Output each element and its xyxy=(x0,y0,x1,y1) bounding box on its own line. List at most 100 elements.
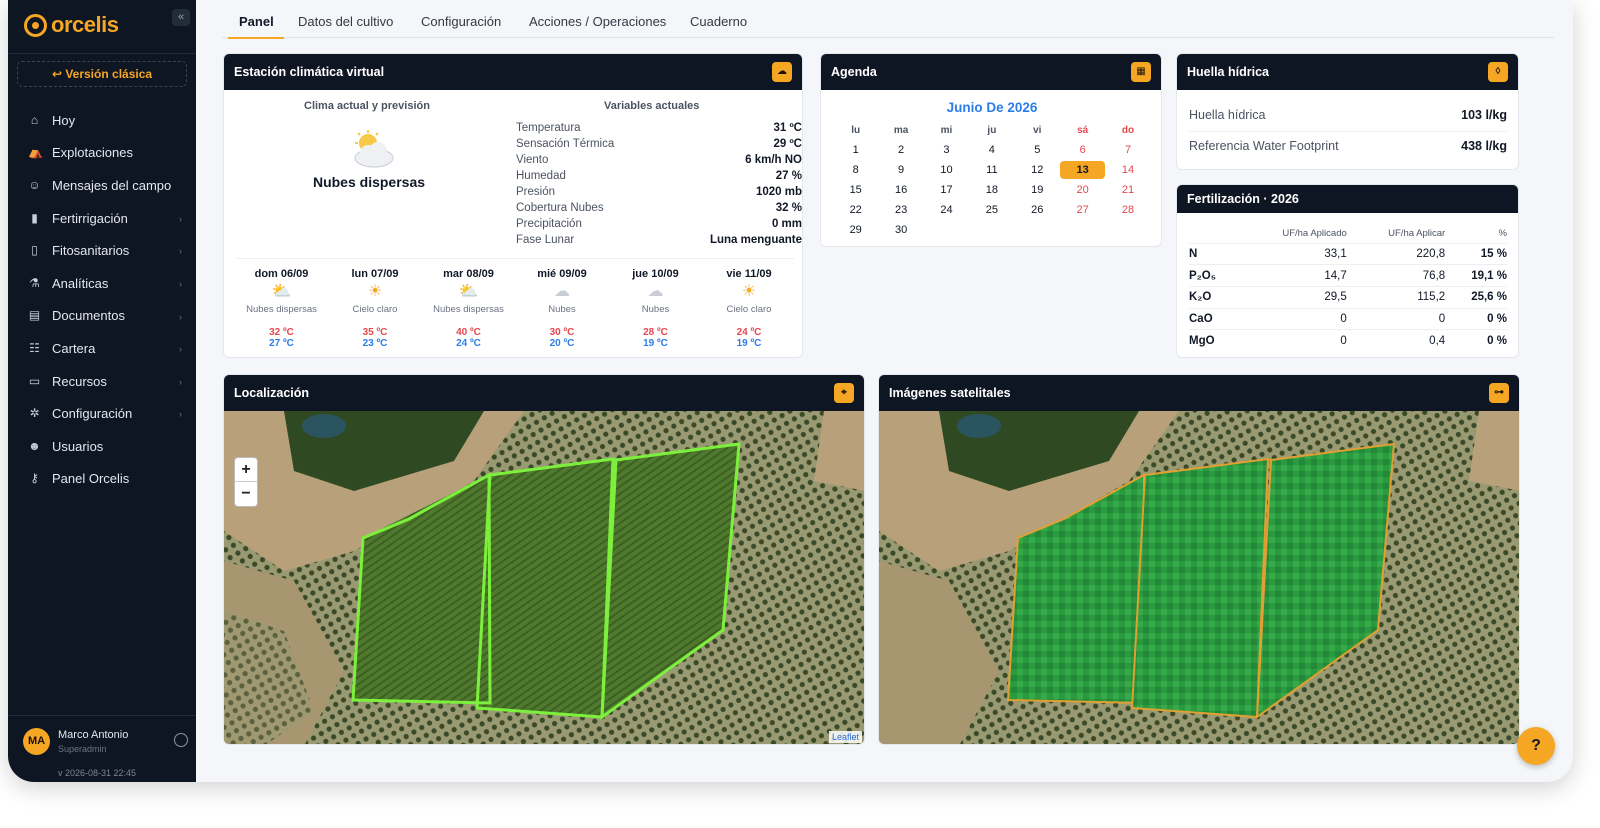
calendar-day[interactable]: 7 xyxy=(1105,144,1150,156)
variable-label: Fase Lunar xyxy=(516,234,575,246)
sidebar-item-recursos[interactable]: ▭ Recursos › xyxy=(8,365,196,398)
calendar-day[interactable]: 30 xyxy=(878,224,923,236)
tab-cuaderno[interactable]: Cuaderno xyxy=(690,14,747,29)
tab-configuracion[interactable]: Configuración xyxy=(421,14,501,29)
calendar-day[interactable]: 25 xyxy=(969,204,1014,216)
classic-version-button[interactable]: ↩ Versión clásica xyxy=(17,61,187,87)
variable-value: 32 % xyxy=(775,202,802,214)
brand-logo[interactable]: orcelis xyxy=(24,12,119,38)
calendar-day[interactable]: 19 xyxy=(1015,184,1060,196)
calendar-day[interactable]: 24 xyxy=(924,204,969,216)
calendar-day[interactable]: 12 xyxy=(1015,164,1060,176)
weather-icon: ☁ xyxy=(554,283,570,300)
variable-label: Presión xyxy=(516,186,555,198)
weather-icon: ☀ xyxy=(741,283,757,300)
sidebar-item-analiticas[interactable]: ⚗ Analíticas › xyxy=(8,267,196,300)
gear-icon: ✲ xyxy=(29,406,40,421)
calendar-day[interactable]: 2 xyxy=(878,144,923,156)
sidebar-item-fitosanitarios[interactable]: ▯ Fitosanitarios › xyxy=(8,234,196,267)
calendar-day[interactable]: 14 xyxy=(1105,164,1150,176)
calendar-icon[interactable]: ▦ xyxy=(1131,62,1151,82)
calendar-day[interactable]: 26 xyxy=(1015,204,1060,216)
calendar-day[interactable]: 8 xyxy=(833,164,878,176)
calendar-day[interactable]: 10 xyxy=(924,164,969,176)
sidebar-item-hoy[interactable]: ⌂ Hoy xyxy=(8,104,196,137)
sidebar-item-usuarios[interactable]: ☻ Usuarios xyxy=(8,430,196,463)
user-role: Superadmin xyxy=(58,744,107,754)
calendar-day[interactable]: 3 xyxy=(924,144,969,156)
calendar-day[interactable]: 28 xyxy=(1105,204,1150,216)
forecast-max: 40 ºC xyxy=(456,327,481,338)
zoom-in-button[interactable]: + xyxy=(235,458,257,482)
calendar-day[interactable]: 15 xyxy=(833,184,878,196)
calendar-day[interactable]: 27 xyxy=(1060,204,1105,216)
collapse-sidebar-button[interactable]: « xyxy=(172,9,190,26)
calendar-day[interactable]: 17 xyxy=(924,184,969,196)
map-attribution-link[interactable]: Leaflet xyxy=(828,731,862,743)
sidebar-item-panel-orcelis[interactable]: ⚷ Panel Orcelis xyxy=(8,463,196,496)
avatar[interactable]: MA xyxy=(23,728,50,755)
help-button[interactable]: ? xyxy=(1517,727,1555,765)
calendar-day[interactable]: 9 xyxy=(878,164,923,176)
sidebar-item-configuracion[interactable]: ✲ Configuración › xyxy=(8,397,196,430)
satellite-icon[interactable]: ⊶ xyxy=(1489,383,1509,403)
calendar-day[interactable]: 18 xyxy=(969,184,1014,196)
weather-icon: ☀ xyxy=(367,283,383,300)
variable-value: 6 km/h NO xyxy=(745,154,802,166)
sidebar-item-cartera[interactable]: ☷ Cartera › xyxy=(8,332,196,365)
variable-value: 29 ºC xyxy=(773,138,803,150)
tab-acciones[interactable]: Acciones / Operaciones xyxy=(529,14,666,29)
tab-datos-cultivo[interactable]: Datos del cultivo xyxy=(298,14,393,29)
sidebar-item-label: Explotaciones xyxy=(52,145,133,161)
weekday-header: lu xyxy=(851,124,861,136)
calendar-day[interactable]: 23 xyxy=(878,204,923,216)
history-icon[interactable] xyxy=(174,733,188,747)
sidebar-item-explotaciones[interactable]: ⛺ Explotaciones xyxy=(8,137,196,170)
nutrient-name: N xyxy=(1189,242,1236,265)
calendar-day[interactable]: 22 xyxy=(833,204,878,216)
cloud-icon[interactable]: ☁ xyxy=(772,62,792,82)
weather-variable-row: Sensación Térmica 29 ºC xyxy=(516,138,802,154)
calendar-day-today[interactable]: 13 xyxy=(1059,161,1106,179)
variable-label: Sensación Térmica xyxy=(516,138,615,150)
sidebar-item-mensajes-del-campo[interactable]: ☺ Mensajes del campo xyxy=(8,169,196,202)
portfolio-icon: ☷ xyxy=(29,340,40,355)
forecast-condition: Nubes xyxy=(548,304,576,315)
calendar-day[interactable]: 5 xyxy=(1015,144,1060,156)
document-icon: ▤ xyxy=(28,308,41,323)
card-title: Huella hídrica xyxy=(1187,65,1269,79)
agenda-card: Agenda ▦ Junio De 2026 lu ma mi ju vi sá do 1 2 3… xyxy=(820,53,1162,247)
calendar-day[interactable]: 11 xyxy=(969,164,1014,176)
weather-icon: ⛅ xyxy=(458,283,479,300)
location-map[interactable]: + − Leaflet xyxy=(224,411,864,744)
calendar-day[interactable]: 1 xyxy=(833,144,878,156)
water-drop-icon[interactable]: ◊ xyxy=(1488,62,1508,82)
chevron-down-icon: › xyxy=(179,376,182,387)
calendar-day[interactable]: 16 xyxy=(878,184,923,196)
sidebar-item-documentos[interactable]: ▤ Documentos › xyxy=(8,300,196,333)
forecast-day: dom 06/09 ⛅ Nubes dispersas 32 ºC 27 ºC xyxy=(234,268,329,349)
satellite-map[interactable] xyxy=(879,411,1519,744)
calendar-day[interactable]: 6 xyxy=(1060,144,1105,156)
flask-icon: ⚗ xyxy=(29,275,40,290)
chevron-down-icon: › xyxy=(179,246,182,257)
forecast-day: lun 07/09 ☀ Cielo claro 35 ºC 23 ºC xyxy=(328,268,423,349)
card-title: Estación climática virtual xyxy=(234,65,385,79)
tab-panel[interactable]: Panel xyxy=(239,14,274,29)
forecast-day: mar 08/09 ⛅ Nubes dispersas 40 ºC 24 ºC xyxy=(421,268,516,349)
forecast-min: 24 ºC xyxy=(456,338,481,349)
zoom-out-button[interactable]: − xyxy=(235,482,257,506)
weekday-header: sá xyxy=(1077,124,1089,136)
active-tab-indicator xyxy=(228,37,284,39)
location-pin-icon[interactable]: ⌖ xyxy=(834,383,854,403)
satellite-card: Imágenes satelitales ⊶ xyxy=(878,374,1520,745)
calendar-day[interactable]: 20 xyxy=(1060,184,1105,196)
card-title: Fertilización · 2026 xyxy=(1187,192,1299,206)
partly-cloudy-icon xyxy=(354,130,394,168)
card-header: Huella hídrica ◊ xyxy=(1177,54,1518,90)
sidebar-item-fertirrigacion[interactable]: ▮ Fertirrigación › xyxy=(8,202,196,235)
calendar-day[interactable]: 21 xyxy=(1105,184,1150,196)
weather-icon: ⛅ xyxy=(271,283,292,300)
calendar-day[interactable]: 29 xyxy=(833,224,878,236)
calendar-day[interactable]: 4 xyxy=(969,144,1014,156)
